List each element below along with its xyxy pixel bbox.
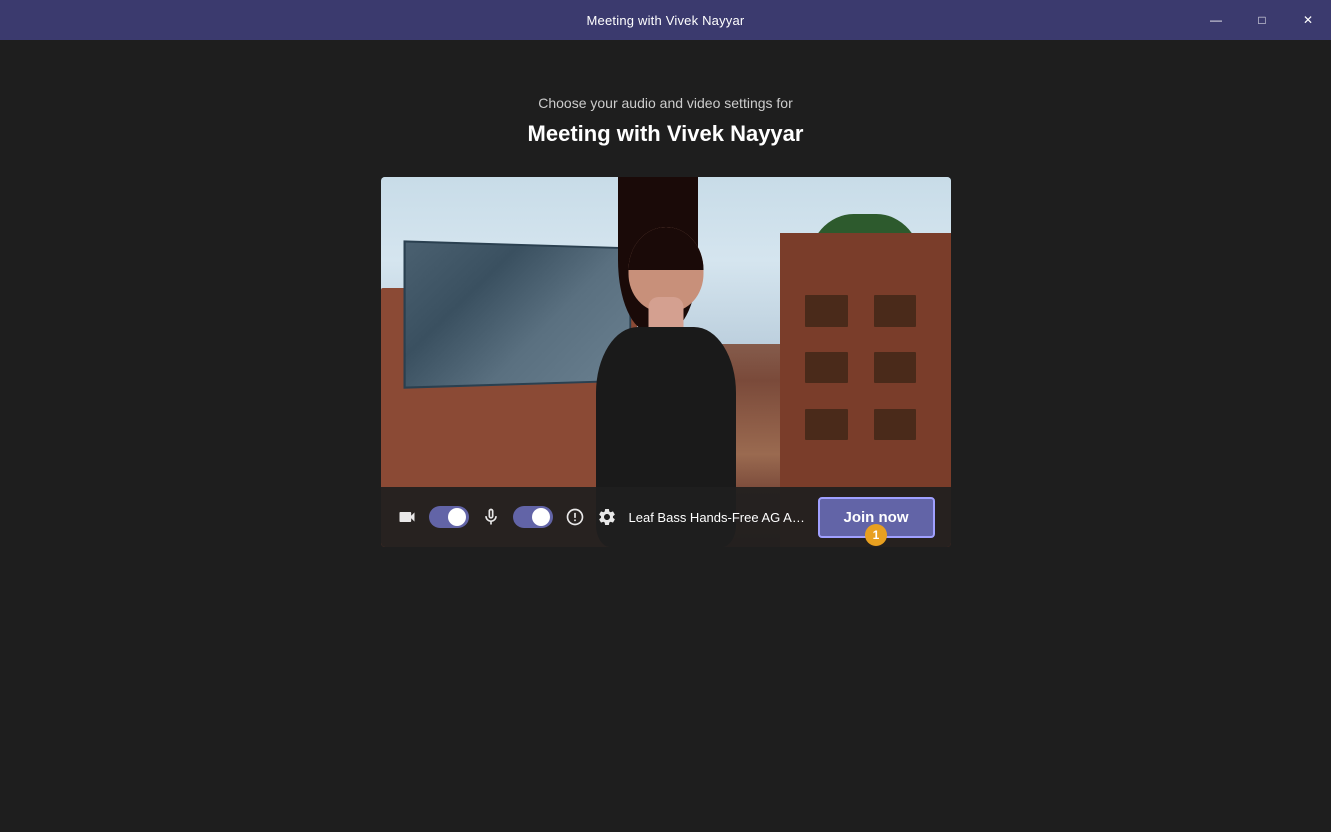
close-button[interactable]: ✕	[1285, 0, 1331, 40]
mic-toggle[interactable]	[513, 506, 553, 528]
video-preview-container: Leaf Bass Hands-Free AG Au... Join now 1	[381, 177, 951, 547]
main-content: Choose your audio and video settings for…	[0, 40, 1331, 832]
effects-icon[interactable]	[565, 507, 585, 527]
audio-device-label: Leaf Bass Hands-Free AG Au...	[629, 510, 806, 525]
subtitle-text: Choose your audio and video settings for	[538, 95, 793, 111]
notification-badge: 1	[865, 524, 887, 546]
video-toggle-knob	[448, 508, 466, 526]
maximize-button[interactable]: □	[1239, 0, 1285, 40]
settings-icon[interactable]	[597, 507, 617, 527]
video-toggle[interactable]	[429, 506, 469, 528]
mic-toggle-knob	[532, 508, 550, 526]
camera-icon	[397, 507, 417, 527]
title-bar-title: Meeting with Vivek Nayyar	[587, 13, 745, 28]
meeting-title: Meeting with Vivek Nayyar	[528, 121, 804, 147]
title-bar: Meeting with Vivek Nayyar — □ ✕	[0, 0, 1331, 40]
mic-icon	[481, 507, 501, 527]
title-bar-controls: — □ ✕	[1193, 0, 1331, 40]
controls-bar: Leaf Bass Hands-Free AG Au... Join now 1	[381, 487, 951, 547]
minimize-button[interactable]: —	[1193, 0, 1239, 40]
join-now-wrapper: Join now 1	[818, 497, 935, 538]
